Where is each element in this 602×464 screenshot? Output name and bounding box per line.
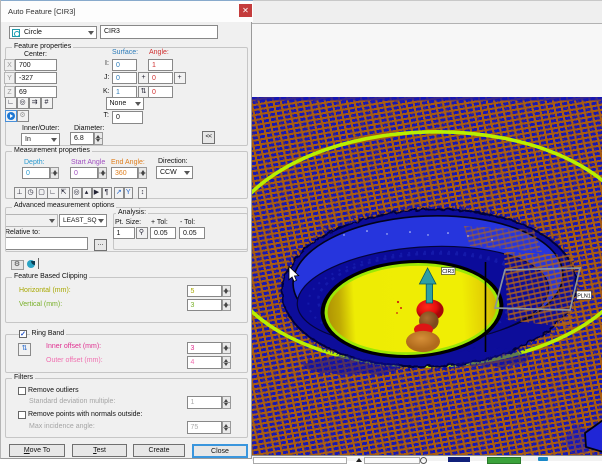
svg-text:PLN1: PLN1	[577, 294, 591, 300]
svg-text:CIR3: CIR3	[442, 269, 454, 275]
